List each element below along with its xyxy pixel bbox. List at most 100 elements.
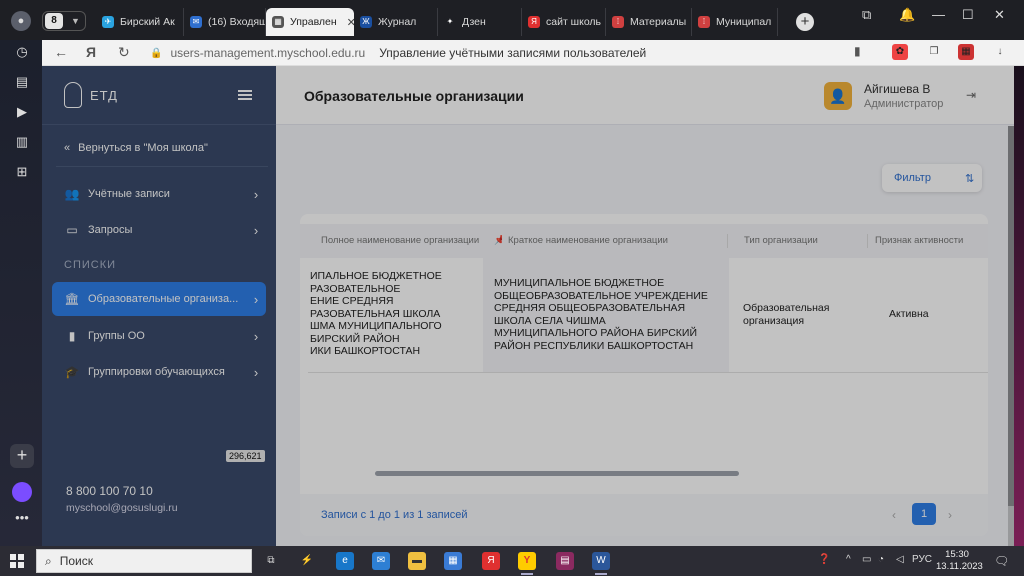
- chevron-up-icon[interactable]: ^: [846, 554, 851, 565]
- chevron-right-icon[interactable]: ›: [948, 508, 952, 522]
- tab-count: 8: [45, 13, 63, 29]
- yandex-app-icon[interactable]: Я: [482, 552, 500, 570]
- wifi-icon[interactable]: ◔: [878, 554, 884, 565]
- column-header[interactable]: Признак активности: [875, 235, 985, 246]
- keyboard-language[interactable]: РУС: [912, 554, 932, 565]
- volume-icon[interactable]: ◁: [896, 554, 904, 565]
- taskbar-clock[interactable]: 15:30 13.11.2023: [936, 549, 983, 573]
- play-icon[interactable]: ▶: [14, 104, 30, 120]
- word-icon[interactable]: W: [592, 552, 610, 575]
- edge-icon[interactable]: e: [336, 552, 354, 570]
- minimize-icon[interactable]: —: [932, 7, 945, 22]
- maximize-icon[interactable]: ☐: [962, 7, 974, 23]
- alice-assistant-icon[interactable]: [12, 482, 32, 502]
- filter-button[interactable]: Фильтр ⇅: [882, 164, 982, 192]
- task-view-icon[interactable]: ⧉: [262, 552, 280, 570]
- browser-tab[interactable]: ⁞ Муниципал: [692, 8, 778, 36]
- yandex-logo-icon[interactable]: Я: [86, 44, 96, 60]
- column-header[interactable]: Полное наименование организации: [321, 235, 481, 246]
- browser-tab[interactable]: ✈ Бирский Ак: [96, 8, 184, 36]
- column-header[interactable]: Краткое наименование организации: [508, 235, 724, 246]
- dzen-icon: ✦: [444, 16, 456, 28]
- chevron-left-icon[interactable]: ‹: [892, 508, 896, 522]
- clock-time: 15:30: [945, 549, 969, 560]
- pin-icon[interactable]: 📌: [494, 235, 502, 246]
- close-window-icon[interactable]: ✕: [994, 7, 1005, 23]
- bookmark-icon[interactable]: ▮: [854, 44, 861, 58]
- chevron-right-icon: ›: [253, 186, 259, 202]
- clock-date: 13.11.2023: [936, 561, 983, 572]
- sidebar-item-student-groups[interactable]: 🎓 Группировки обучающихся ›: [52, 355, 266, 389]
- table-header: Полное наименование организации 📌 Кратко…: [300, 224, 988, 258]
- avatar[interactable]: 👤: [824, 82, 852, 110]
- hamburger-menu-icon[interactable]: [238, 90, 252, 100]
- notifications-icon[interactable]: 🔔: [899, 7, 915, 23]
- apps-grid-icon[interactable]: ⊞: [14, 164, 30, 180]
- downloads-icon[interactable]: ↓: [992, 44, 1008, 60]
- back-to-school-link[interactable]: « Вернуться в "Моя школа": [64, 142, 208, 154]
- yandex-icon: Я: [528, 16, 540, 28]
- extension-icon[interactable]: ✿: [892, 44, 908, 60]
- sliders-icon: ⇅: [964, 172, 975, 185]
- sidebar-item-organizations[interactable]: 🏛 Образовательные организа... ›: [52, 282, 266, 316]
- yandex-browser-icon[interactable]: Y: [518, 552, 536, 575]
- extension-icon[interactable]: ▦: [958, 44, 974, 60]
- winrar-icon[interactable]: ▤: [556, 552, 574, 570]
- horizontal-scrollbar[interactable]: [375, 471, 739, 476]
- mail-app-icon[interactable]: ✉: [372, 552, 390, 570]
- url-field[interactable]: 🔒 users-management.myschool.edu.ru Управ…: [150, 44, 646, 62]
- sidebar-item-requests[interactable]: ▭ Запросы ›: [52, 213, 266, 247]
- file-explorer-icon[interactable]: ▬: [408, 552, 426, 570]
- sidebar-item-org-groups[interactable]: ▮ Группы ОО ›: [52, 319, 266, 353]
- help-icon[interactable]: ❓: [818, 554, 830, 565]
- profile-icon[interactable]: ●: [11, 11, 31, 31]
- taskbar-search[interactable]: ⌕ Поиск: [36, 549, 252, 573]
- app-icon[interactable]: ⚡: [298, 552, 316, 570]
- network-icon[interactable]: ▭: [862, 554, 871, 565]
- desktop-wallpaper-right: [1014, 0, 1024, 546]
- site-icon: ▦: [272, 16, 284, 28]
- notification-center-icon[interactable]: 🗨: [994, 554, 1009, 568]
- chevron-right-icon: ›: [253, 328, 259, 344]
- calendar-icon[interactable]: ▥: [14, 134, 30, 150]
- more-dots-icon[interactable]: •••: [14, 510, 30, 526]
- section-label-lists: СПИСКИ: [64, 259, 117, 271]
- bookmark-icon: ▮: [68, 329, 76, 343]
- store-icon[interactable]: ▦: [444, 552, 462, 570]
- bookmarks-icon[interactable]: ⧉: [862, 7, 871, 23]
- new-tab-button[interactable]: +: [796, 13, 814, 31]
- tab-label: сайт школь: [546, 16, 602, 28]
- logout-icon[interactable]: ⇥: [966, 88, 976, 102]
- grid-icon: ⁞: [612, 16, 624, 28]
- browser-tab-active[interactable]: ▦ Управлен ✕: [266, 8, 354, 36]
- back-arrow-icon[interactable]: ←: [54, 44, 68, 60]
- support-email[interactable]: myschool@gosuslugi.ru: [66, 502, 178, 514]
- vertical-scrollbar[interactable]: [1008, 126, 1014, 546]
- browser-tab[interactable]: ✉ (16) Входящ: [184, 8, 266, 36]
- column-header[interactable]: Тип организации: [744, 235, 864, 246]
- browser-tab[interactable]: ✦ Дзен: [438, 8, 522, 36]
- close-tab-icon[interactable]: ✕: [347, 16, 354, 29]
- sidebar-item-accounts[interactable]: 👥 Учётные записи ›: [52, 177, 266, 211]
- filter-label: Фильтр: [894, 172, 931, 184]
- collections-icon[interactable]: ❐: [926, 44, 942, 60]
- user-role: Администратор: [864, 98, 944, 110]
- table-row[interactable]: ИПАЛЬНОЕ БЮДЖЕТНОЕ РАЗОВАТЕЛЬНОЕ ЕНИЕ СР…: [308, 258, 988, 373]
- reload-icon[interactable]: ↻: [118, 44, 130, 61]
- page-button[interactable]: 1: [912, 503, 936, 525]
- collections-icon[interactable]: ▤: [14, 74, 30, 90]
- browser-tab[interactable]: Я сайт школь: [522, 8, 606, 36]
- windows-start-icon[interactable]: [10, 554, 24, 568]
- browser-tab[interactable]: Ж Журнал: [354, 8, 438, 36]
- records-info: Записи с 1 до 1 из 1 записей: [321, 509, 468, 521]
- sidebar-item-label: Учётные записи: [88, 188, 170, 200]
- tab-counter-button[interactable]: 8 ▼: [42, 11, 86, 31]
- tab-label: Журнал: [378, 16, 417, 28]
- browser-tab[interactable]: ⁞ Материалы: [606, 8, 692, 36]
- support-phone: 8 800 100 70 10: [66, 484, 153, 498]
- add-panel-button[interactable]: +: [10, 444, 34, 468]
- logo-icon: [64, 82, 82, 108]
- scrollbar-thumb[interactable]: [1008, 126, 1014, 506]
- inbox-icon: ▭: [66, 223, 78, 237]
- history-icon[interactable]: ◷: [14, 44, 30, 60]
